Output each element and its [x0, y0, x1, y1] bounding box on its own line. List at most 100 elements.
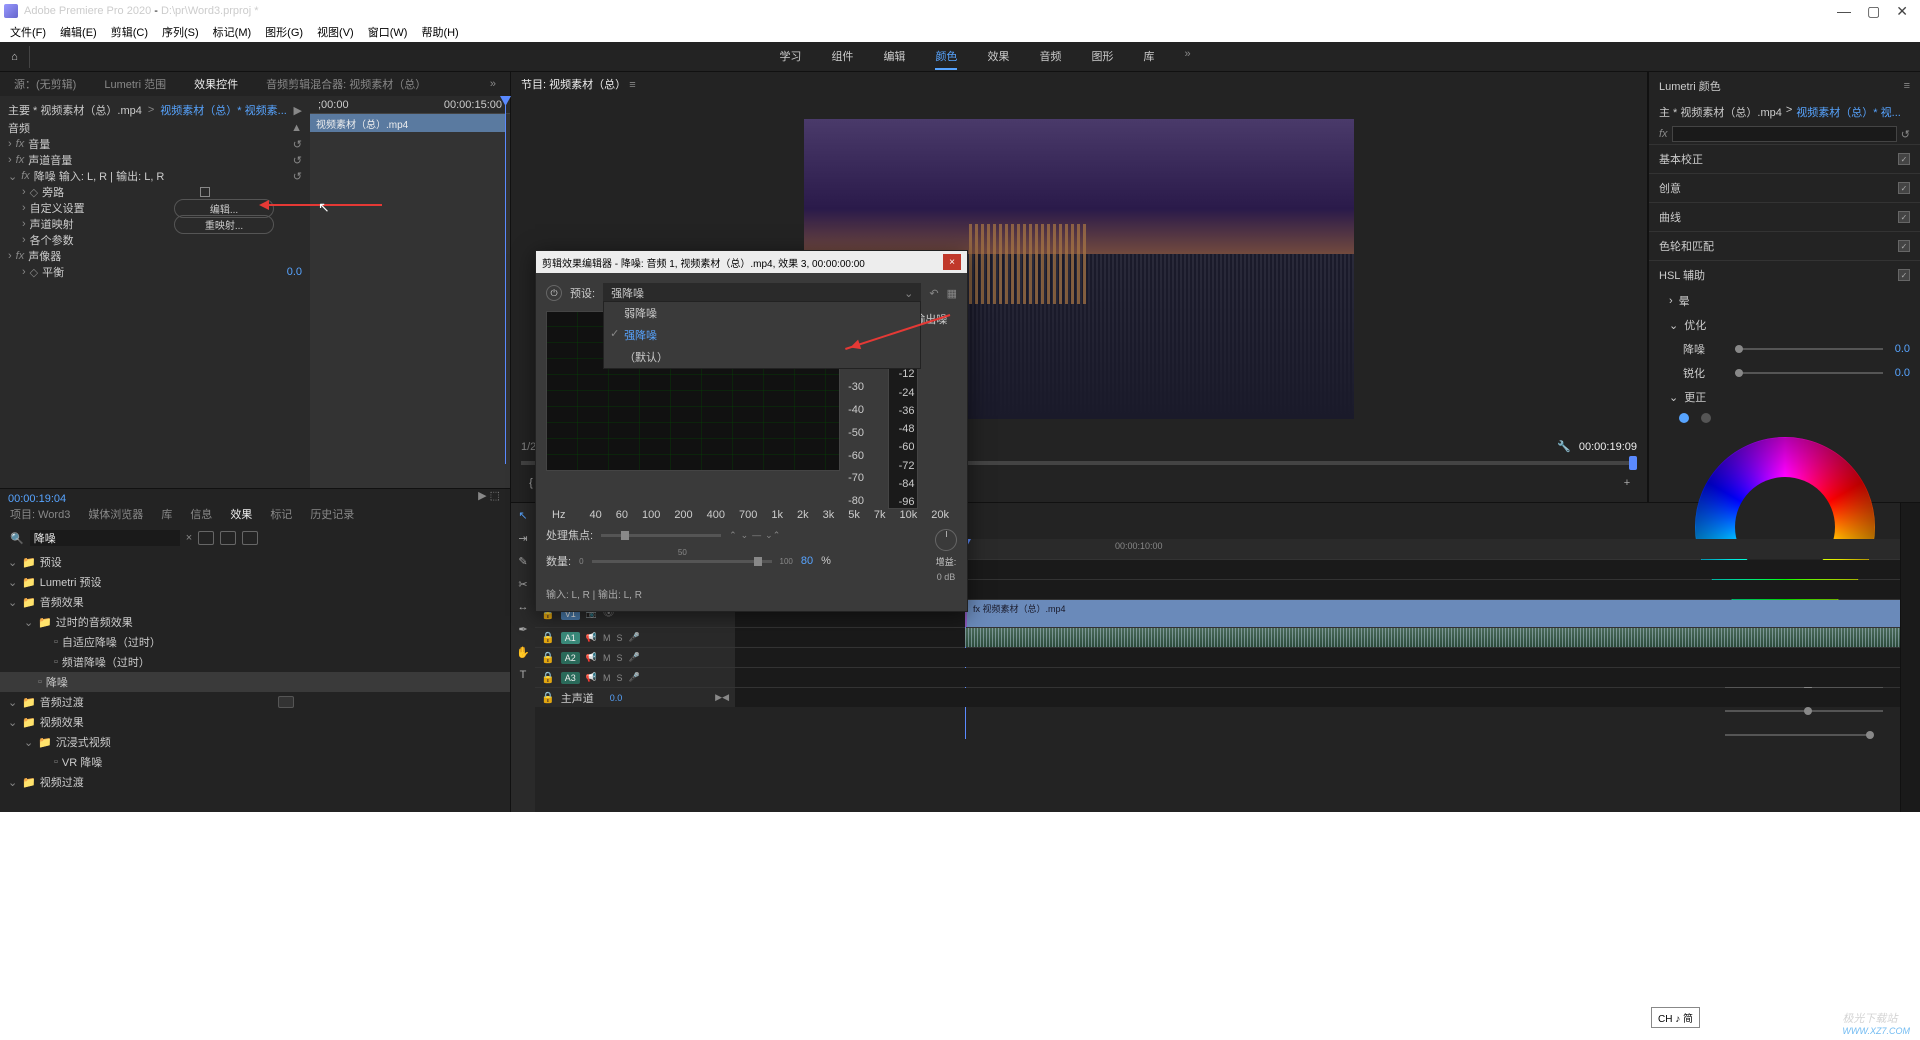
lumetri-slider[interactable] [1725, 710, 1883, 712]
tree-item[interactable]: ▫ 降噪 [0, 672, 510, 692]
workspace-tab[interactable]: 编辑 [883, 44, 905, 70]
toggle-icon[interactable]: › [8, 250, 12, 262]
menu-图形(G)[interactable]: 图形(G) [265, 24, 303, 40]
ec-timeline-clip[interactable]: 视频素材（总）.mp4 [310, 114, 506, 132]
param-value[interactable]: 0.0 [287, 266, 302, 278]
project-tab[interactable]: 项目: Word3 [10, 506, 70, 522]
source-more[interactable]: » [486, 78, 500, 90]
slip-tool-icon[interactable]: ↔ [518, 601, 529, 613]
preset-option[interactable]: 强降噪 [604, 324, 920, 346]
preset-option[interactable]: （默认） [604, 346, 920, 368]
color-dot[interactable] [1679, 413, 1689, 423]
audio-clip[interactable] [965, 628, 1900, 647]
amount-slider[interactable]: 50 [592, 560, 772, 563]
lumetri-section[interactable]: 色轮和匹配✓ [1649, 231, 1920, 260]
source-tab[interactable]: Lumetri 范围 [100, 76, 170, 92]
add-button[interactable]: + [1617, 473, 1637, 493]
menu-视图(V)[interactable]: 视图(V) [317, 24, 354, 40]
amount-value[interactable]: 80 [801, 555, 813, 567]
project-tab[interactable]: 历史记录 [310, 506, 354, 522]
layout-icon[interactable]: ▦ [947, 287, 957, 300]
toggle-icon[interactable]: › [8, 138, 12, 150]
ec-playhead[interactable] [505, 96, 506, 464]
lock-icon[interactable]: 🔒 [541, 671, 555, 684]
zoom-select[interactable]: 1/2 [521, 441, 536, 453]
play-icon[interactable]: ▶ ⬚ [478, 489, 500, 502]
lumetri-slider[interactable] [1735, 348, 1883, 350]
section-checkbox[interactable]: ✓ [1898, 240, 1910, 252]
mute-button[interactable]: 📢 [586, 632, 597, 643]
mute-button[interactable]: 📢 [586, 652, 597, 663]
expand-icon[interactable]: ⌄ [8, 556, 18, 569]
voiceover[interactable]: 🎤 [628, 672, 639, 683]
workspace-tab[interactable]: 颜色 [935, 44, 957, 70]
lock-icon[interactable]: 🔒 [541, 651, 555, 664]
gain-knob[interactable] [935, 529, 957, 551]
workspace-tab[interactable]: 库 [1143, 44, 1154, 70]
pen-tool-icon[interactable]: ✒ [518, 623, 527, 636]
track-body[interactable] [735, 648, 1900, 667]
focus-slider[interactable] [601, 534, 721, 537]
track-body[interactable] [735, 628, 1900, 647]
lumetri-section[interactable]: 曲线✓ [1649, 202, 1920, 231]
preset-chip-1[interactable] [198, 531, 214, 545]
toggle-icon[interactable]: › [22, 234, 26, 246]
preset-dropdown[interactable]: 强降噪⌄ [603, 283, 921, 303]
expand-icon[interactable]: ⌄ [8, 576, 18, 589]
tree-folder[interactable]: ⌄📁 过时的音频效果 [0, 612, 510, 632]
focus-shape-4[interactable]: ⌄⌃ [765, 530, 780, 541]
modal-close-button[interactable]: × [943, 254, 961, 270]
lumetri-slider[interactable] [1725, 734, 1870, 736]
workspace-tab[interactable]: 音频 [1039, 44, 1061, 70]
fx-badge[interactable]: fx [16, 250, 25, 262]
section-toggle-icon[interactable]: ▲ [291, 122, 302, 134]
color-dot[interactable] [1701, 413, 1711, 423]
slider-value[interactable]: 0.0 [1895, 343, 1910, 355]
workspace-more[interactable]: » [1184, 44, 1190, 70]
wrench-icon[interactable]: 🔧 [1557, 440, 1571, 453]
video-clip[interactable]: fx 视频素材（总）.mp4 [965, 600, 1900, 627]
project-tab[interactable]: 效果 [230, 506, 252, 522]
bypass-checkbox[interactable] [200, 187, 210, 197]
menu-序列(S)[interactable]: 序列(S) [162, 24, 199, 40]
track-body[interactable] [735, 668, 1900, 687]
clear-search-button[interactable]: × [186, 532, 192, 544]
toggle-icon[interactable]: › [22, 266, 26, 278]
reset-icon[interactable]: ↺ [293, 138, 302, 151]
section-checkbox[interactable]: ✓ [1898, 269, 1910, 281]
razor-tool-icon[interactable]: ✂ [518, 578, 527, 591]
project-tab[interactable]: 库 [161, 506, 172, 522]
tree-folder[interactable]: ⌄📁 音频过渡 [0, 692, 510, 712]
text-tool-icon[interactable]: T [520, 669, 527, 681]
reset-icon[interactable]: ↺ [293, 170, 302, 183]
workspace-tab[interactable]: 组件 [831, 44, 853, 70]
reset-icon[interactable]: ↺ [1901, 128, 1910, 141]
tree-folder[interactable]: ⌄📁 Lumetri 预设 [0, 572, 510, 592]
section-checkbox[interactable]: ✓ [1898, 153, 1910, 165]
tree-folder[interactable]: ⌄📁 音频效果 [0, 592, 510, 612]
home-icon[interactable]: ⌂ [0, 46, 30, 68]
edit-button[interactable]: 重映射... [174, 215, 274, 234]
program-timecode[interactable]: 00:00:19:09 [1579, 441, 1637, 453]
preset-chip-3[interactable] [242, 531, 258, 545]
toggle-icon[interactable]: › [8, 154, 12, 166]
menu-剪辑(C)[interactable]: 剪辑(C) [111, 24, 148, 40]
panel-menu-icon[interactable]: ≡ [1904, 80, 1910, 92]
ripple-tool-icon[interactable]: ✎ [518, 555, 527, 568]
tree-item[interactable]: ▫ 自适应降噪（过时） [0, 632, 510, 652]
workspace-tab[interactable]: 学习 [779, 44, 801, 70]
workspace-tab[interactable]: 效果 [987, 44, 1009, 70]
source-tab[interactable]: 源：(无剪辑) [10, 76, 80, 92]
hand-tool-icon[interactable]: ✋ [516, 646, 530, 659]
reset-icon[interactable]: ↺ [293, 154, 302, 167]
minimize-button[interactable]: — [1837, 3, 1851, 20]
slider-value[interactable]: 0.0 [1895, 367, 1910, 379]
tree-folder[interactable]: ⌄📁 预设 [0, 552, 510, 572]
keyframe-icon[interactable]: ◇ [30, 186, 38, 199]
preset-option[interactable]: 弱降噪 [604, 302, 920, 324]
voiceover[interactable]: 🎤 [628, 652, 639, 663]
section-checkbox[interactable]: ✓ [1898, 182, 1910, 194]
source-tab[interactable]: 音频剪辑混合器: 视频素材（总） [262, 76, 430, 92]
tree-folder[interactable]: ⌄📁 视频过渡 [0, 772, 510, 792]
menu-标记(M)[interactable]: 标记(M) [213, 24, 252, 40]
